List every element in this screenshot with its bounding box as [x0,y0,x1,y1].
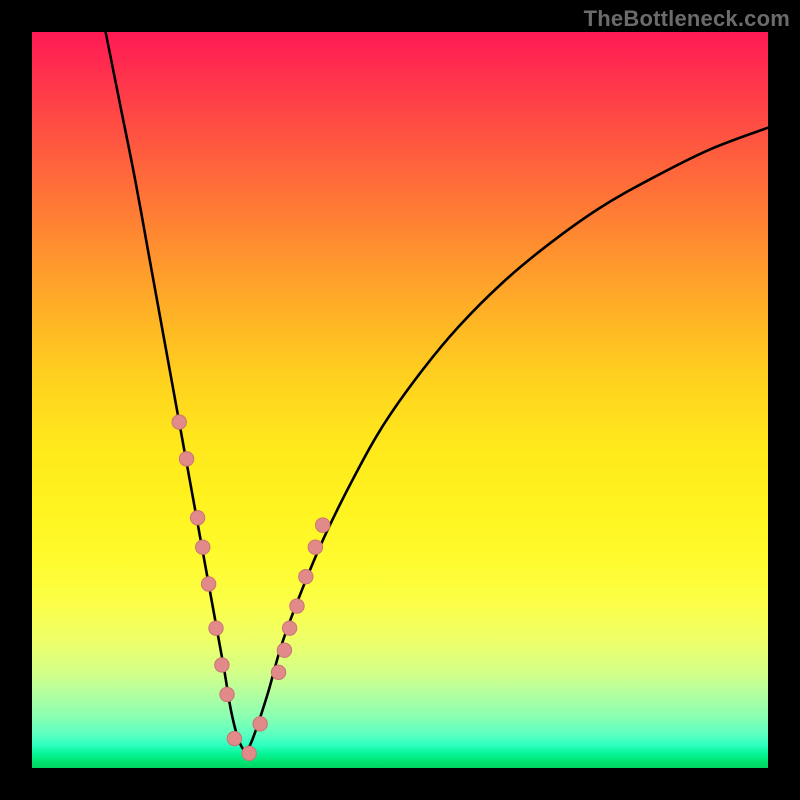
sample-marker [209,621,223,635]
sample-marker [282,621,296,635]
sample-marker [179,452,193,466]
sample-marker [277,643,291,657]
chart-stage: TheBottleneck.com [0,0,800,800]
sample-marker [242,746,256,760]
sample-marker [220,687,234,701]
sample-marker [308,540,322,554]
curve-layer [32,32,768,768]
sample-marker [227,731,241,745]
sample-marker [190,511,204,525]
sample-marker [299,569,313,583]
sample-marker [196,540,210,554]
sample-marker [172,415,186,429]
sample-marker [290,599,304,613]
sample-marker [253,717,267,731]
watermark-text: TheBottleneck.com [584,6,790,32]
sample-marker [215,658,229,672]
sample-marker [271,665,285,679]
sample-marker [201,577,215,591]
curve-right-branch [245,128,768,754]
sample-marker [316,518,330,532]
plot-area [32,32,768,768]
sample-markers [172,415,330,761]
curve-left-branch [106,32,246,753]
